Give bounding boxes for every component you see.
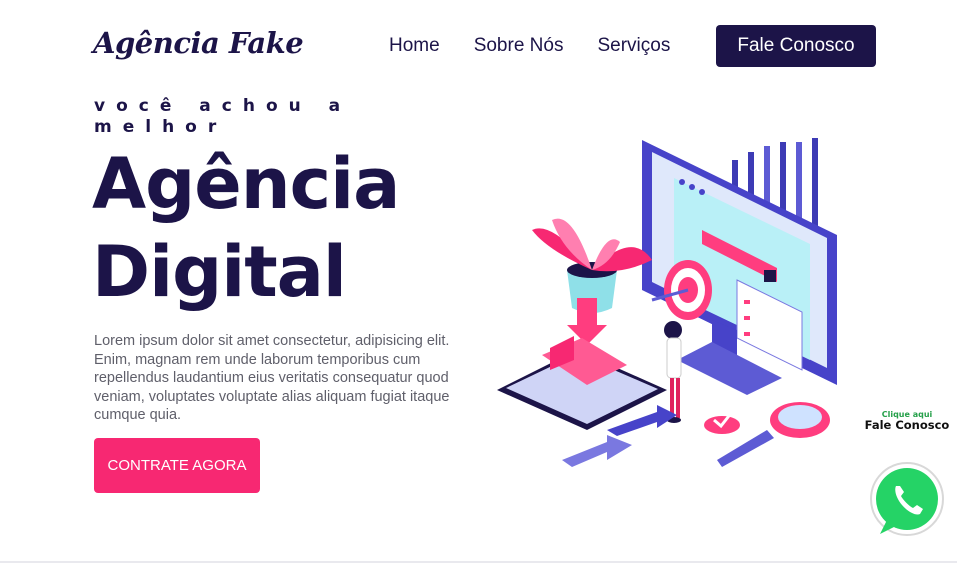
hero-title-line-2: Digital [92, 231, 347, 313]
contact-button[interactable]: Fale Conosco [716, 25, 876, 67]
hire-now-button[interactable]: CONTRATE AGORA [94, 438, 260, 493]
tablet-graphic [497, 336, 667, 430]
nav-item-home[interactable]: Home [389, 35, 440, 57]
whatsapp-icon[interactable] [866, 460, 948, 542]
brand-logo[interactable]: Agência Fake [93, 26, 304, 60]
person-graphic [664, 321, 682, 423]
digital-marketing-illustration [497, 138, 837, 467]
hero-description: Lorem ipsum dolor sit amet consectetur, … [94, 333, 450, 423]
magnifier-graphic [717, 402, 830, 467]
whatsapp-label: Clique aqui Fale Conosco [858, 409, 956, 431]
main-nav: Home Sobre Nós Serviços [389, 35, 670, 57]
hero-title: Agência Digital [92, 140, 400, 316]
nav-item-servicos[interactable]: Serviços [597, 35, 670, 57]
nav-item-sobre-nos[interactable]: Sobre Nós [474, 35, 564, 57]
hero-tagline: você achou a melhor [94, 96, 352, 137]
whatsapp-label-big: Fale Conosco [864, 418, 950, 432]
hero-title-line-1: Agência [92, 143, 400, 225]
checkmark-graphic [704, 411, 740, 434]
